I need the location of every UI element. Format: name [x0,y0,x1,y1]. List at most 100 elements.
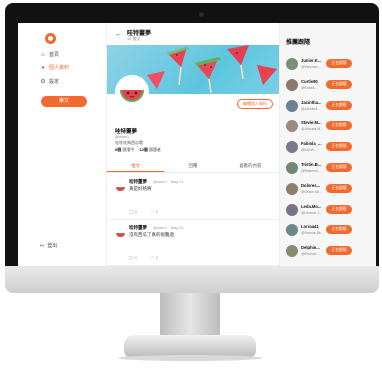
reply-icon: ◯ [129,255,134,260]
tweet-meta: @user1 · May 21 [153,179,184,184]
tweet-author: 哇特靈夢 [129,179,147,184]
avatar[interactable] [286,120,298,133]
recommend-user-name: Tristin.B... [301,162,322,167]
post-button[interactable]: 推文 [41,96,87,107]
recommend-user-name: Jacintha... [301,99,322,105]
logout-button[interactable]: ↦ 登出 [40,242,58,250]
nav-item-profile[interactable]: ● 個人資料 [40,64,69,72]
following-stat[interactable]: 0個 跟隨中 [115,147,134,153]
recommend-user-handle: @Ernesto... [301,252,320,257]
follow-button[interactable]: 正在跟隨 [326,59,352,68]
recommend-user-name: Dolores... [301,182,321,188]
tweet-author: 哇特靈夢 [129,225,147,230]
recommend-user-name: Lorraa41 [301,224,319,230]
avatar[interactable] [286,141,298,154]
avatar[interactable] [286,224,298,237]
follow-button[interactable]: 正在跟隨 [326,183,352,193]
follow-button[interactable]: 正在跟隨 [326,121,352,131]
nav-item-home[interactable]: ⌂ 首頁 [40,51,60,59]
logout-icon: ↦ [40,242,45,249]
recommend-user-handle: @Makenzi... [301,169,321,173]
gear-icon: ⚙ [40,78,46,85]
recommend-user-handle: @Alexand... [301,106,321,111]
avatar[interactable] [286,203,298,216]
recommend-user-handle: @Jessica.M... [301,127,324,132]
logout-label: 登出 [47,243,58,249]
recommend-user[interactable]: Dolores... @Grace.Mi... 正在跟隨 [286,180,372,200]
recommend-user-handle: @Rennie.Be... [301,231,324,236]
recommend-user-name: Stevie.M... [301,120,322,126]
followers-stat[interactable]: 12個 跟隨者 [139,147,161,153]
follow-button[interactable]: 正在跟隨 [326,142,352,152]
profile-handle: @user1 [115,134,130,139]
tweet-actions: ◯ 0 ♡ 0 [129,209,158,214]
recommend-user-name: Fabiola_... [301,141,322,147]
follow-button[interactable]: 正在跟隨 [326,246,352,256]
screen: ⌂ 首頁 ● 個人資料 ⚙ 設定 推文 ↦ 登出 ← 哇特靈夢 12 推文 編輯… [18,23,376,266]
monitor-stand-neck [160,293,220,337]
reply-button[interactable]: ◯ 0 [129,209,137,214]
recommend-user-name: Leda.Mo... [301,203,322,209]
like-button[interactable]: ♡ 0 [151,255,158,260]
follow-button[interactable]: 正在跟隨 [326,225,352,235]
recommend-user-handle: @Kai.W... [301,148,317,153]
recommend-user[interactable]: Jacintha... @Alexand... 正在跟隨 [286,97,372,117]
like-button[interactable]: ♡ 0 [151,209,158,214]
avatar[interactable] [286,162,298,174]
monitor-chin [5,266,379,293]
avatar[interactable] [286,245,298,258]
tab-likes[interactable]: 喜歡的內容 [222,160,279,172]
profile-stats: 0個 跟隨中 12個 跟隨者 [115,147,161,153]
tweet-item[interactable]: 哇特靈夢 @user1 · May 21 沒有西瓜了真的很難過 ◯ 0 ♡ 0 [107,219,279,266]
recommend-user[interactable]: Lorraa41 @Rennie.Be... 正在跟隨 [286,221,372,241]
left-sidebar: ⌂ 首頁 ● 個人資料 ⚙ 設定 推文 ↦ 登出 [18,23,105,266]
nav-label: 設定 [49,79,60,85]
tweet-avatar [115,180,126,191]
avatar[interactable] [286,78,298,91]
user-icon: ● [41,64,45,71]
heart-icon: ♡ [150,209,155,214]
back-arrow-icon[interactable]: ← [115,31,122,38]
follow-button[interactable]: 正在跟隨 [326,79,352,89]
avatar[interactable] [286,182,298,195]
profile-avatar[interactable] [115,75,149,109]
tweet-avatar [115,226,126,237]
recommend-user[interactable]: Junior.K... @Stephan... 正在跟隨 [286,55,372,75]
recommend-user[interactable]: Tristin.B... @Makenzi... 正在跟隨 [286,159,372,179]
nav-item-settings[interactable]: ⚙ 設定 [40,78,60,86]
edit-profile-button[interactable]: 編輯個人資料 [237,99,273,109]
recommend-user-name: Junior.K... [301,58,322,63]
profile-bio: 哇哇哇夠西瓜哦 [115,140,143,145]
recommend-user[interactable]: Delphin... @Ernesto... 正在跟隨 [286,242,372,262]
monitor-frame: ⌂ 首頁 ● 個人資料 ⚙ 設定 推文 ↦ 登出 ← 哇特靈夢 12 推文 編輯… [5,3,379,291]
nav-label: 首頁 [49,52,60,58]
recommend-user[interactable]: Curtis90 @Estrell... 正在跟隨 [286,76,372,96]
tweet-text: 沒有西瓜了真的很難過 [129,232,174,237]
reply-button[interactable]: ◯ 0 [129,255,137,260]
recommend-user[interactable]: Leda.Mo... @Lennon.J... 正在跟隨 [286,201,372,221]
tab-tweets[interactable]: 推文 [107,160,165,172]
follow-button[interactable]: 正在跟隨 [326,100,352,110]
tweet-text: 真是好熱啊 [129,186,152,191]
recommend-user-name: Delphin... [301,245,320,251]
avatar[interactable] [286,99,298,112]
recommend-title: 推薦跟隨 [286,40,311,46]
recommend-user-handle: @Lennon.J... [301,210,322,215]
avatar[interactable] [286,58,298,70]
tweet-item[interactable]: 哇特靈夢 @user1 · May 21 真是好熱啊 ◯ 0 ♡ 0 [107,173,279,220]
recommend-user-handle: @Grace.Mi... [301,189,322,194]
recommend-user-handle: @Stephan... [301,65,321,69]
follow-button[interactable]: 正在跟隨 [326,163,352,172]
header-tweet-count: 12 推文 [127,36,141,41]
app-logo[interactable] [45,33,56,44]
heart-icon: ♡ [150,255,155,260]
reply-icon: ◯ [129,209,134,214]
follow-button[interactable]: 正在跟隨 [326,204,352,214]
recommend-user[interactable]: Fabiola_... @Kai.W... 正在跟隨 [286,138,372,158]
profile-tabs: 推文 回覆 喜歡的內容 [107,160,279,173]
stand-shadow [118,355,262,361]
tab-replies[interactable]: 回覆 [164,160,221,172]
recommend-user[interactable]: Stevie.M... @Jessica.M... 正在跟隨 [286,117,372,137]
recommend-panel: 推薦跟隨 Junior.K... @Stephan... 正在跟隨 Curtis90 @… [280,23,376,266]
camera-dot [199,12,204,17]
